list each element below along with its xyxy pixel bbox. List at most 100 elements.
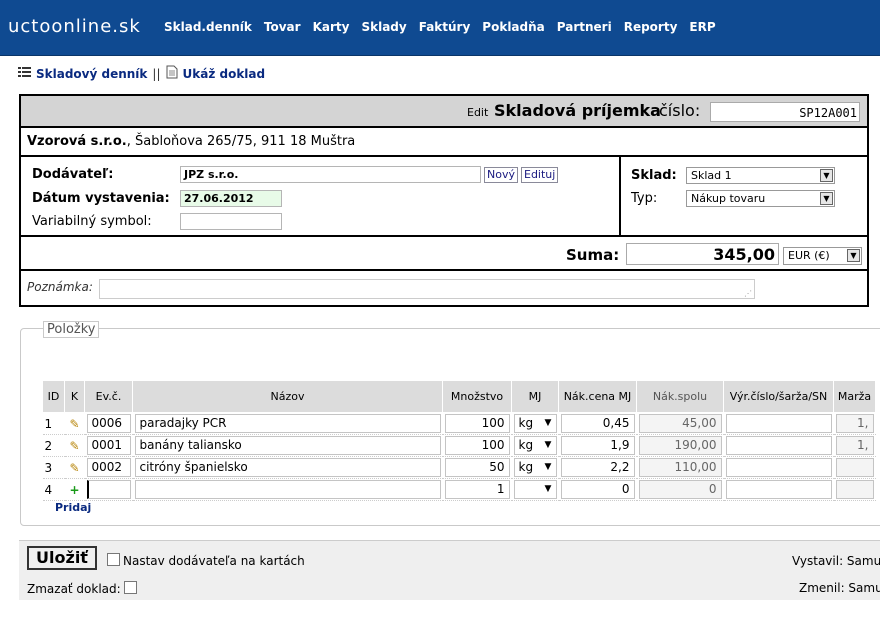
- mj-select[interactable]: ▼: [513, 480, 557, 499]
- row-id: 1: [42, 412, 65, 435]
- issued-by: Vystavil: Samu: [792, 554, 880, 568]
- row-id: 4: [42, 478, 65, 501]
- note-label: Poznámka:: [27, 280, 93, 294]
- col-qty: Množstvo: [442, 380, 512, 413]
- company-name: Vzorová s.r.o.: [27, 134, 127, 149]
- add-item-link[interactable]: Pridaj: [55, 501, 91, 514]
- ev-input[interactable]: 0001: [86, 436, 131, 455]
- changed-by: Zmenil: Samu: [799, 581, 880, 595]
- resize-grip-icon[interactable]: ⋰: [744, 289, 752, 298]
- row-id: 3: [42, 456, 65, 479]
- mj-select[interactable]: kg ▼: [513, 436, 557, 455]
- name-input[interactable]: banány taliansko: [134, 436, 441, 455]
- edit-label: Edit: [467, 106, 489, 119]
- serial-input[interactable]: [725, 436, 832, 455]
- warehouse-select[interactable]: Sklad 1 ▼: [686, 167, 835, 184]
- sum-value: 345,00: [626, 243, 779, 265]
- show-document-link[interactable]: Ukáž doklad: [183, 67, 266, 81]
- note-textarea[interactable]: ⋰: [99, 279, 755, 299]
- nav-pokladna[interactable]: Pokladňa: [482, 20, 544, 34]
- margin-field: [835, 458, 874, 477]
- breadcrumb: Skladový denník || Ukáž doklad: [18, 65, 265, 82]
- name-input[interactable]: paradajky PCR: [134, 414, 441, 433]
- mj-select[interactable]: kg ▼: [513, 458, 557, 477]
- brand-logo[interactable]: uctoonline.sk: [8, 16, 141, 37]
- margin-field: 1,: [835, 414, 874, 433]
- delete-checkbox[interactable]: [124, 581, 137, 594]
- price-input[interactable]: 2,2: [560, 458, 635, 477]
- name-input[interactable]: citróny španielsko: [134, 458, 441, 477]
- mj-value: kg: [518, 438, 534, 452]
- type-select[interactable]: Nákup tovaru ▼: [686, 190, 835, 207]
- note-row: Poznámka: ⋰: [21, 271, 867, 305]
- type-select-value: Nákup tovaru: [691, 192, 766, 205]
- col-margin: Marža: [833, 380, 876, 413]
- document-number-field[interactable]: SP12A001: [710, 102, 860, 122]
- nav-sklad-dennik[interactable]: Sklad.denník: [164, 20, 252, 34]
- nav-erp[interactable]: ERP: [689, 20, 715, 34]
- serial-input[interactable]: [725, 480, 832, 499]
- ev-input[interactable]: 0002: [86, 458, 131, 477]
- save-button[interactable]: Uložiť: [27, 546, 97, 570]
- add-icon[interactable]: +: [64, 478, 85, 501]
- serial-input[interactable]: [725, 458, 832, 477]
- set-supplier-checkbox[interactable]: [107, 553, 120, 566]
- mj-value: kg: [518, 460, 534, 474]
- breadcrumb-journal-link[interactable]: Skladový denník: [36, 67, 147, 81]
- ev-input[interactable]: 0006: [86, 414, 131, 433]
- col-price: Nák.cena MJ: [558, 380, 637, 413]
- qty-input[interactable]: 100: [444, 414, 510, 433]
- chevron-down-icon: ▼: [820, 192, 833, 205]
- table-row: 4 + 1 ▼ 0 0: [42, 478, 876, 501]
- main-menu: Sklad.denník Tovar Karty Sklady Faktúry …: [164, 20, 728, 34]
- margin-field: 1,: [835, 436, 874, 455]
- serial-input[interactable]: [725, 414, 832, 433]
- price-input[interactable]: 1,9: [560, 436, 635, 455]
- nav-sklady[interactable]: Sklady: [361, 20, 406, 34]
- name-input[interactable]: [134, 480, 441, 499]
- supplier-input[interactable]: JPZ s.r.o.: [180, 166, 481, 183]
- chevron-down-icon: ▼: [847, 249, 860, 262]
- document-form: Edit Skladová príjemka číslo: SP12A001 V…: [19, 94, 869, 307]
- company-address: , Šabloňova 265/75, 911 18 Muštra: [126, 134, 356, 149]
- qty-input[interactable]: 50: [444, 458, 510, 477]
- type-label: Typ:: [631, 191, 658, 206]
- nav-reporty[interactable]: Reporty: [624, 20, 678, 34]
- document-title: Skladová príjemka: [494, 101, 661, 120]
- price-input[interactable]: 0,45: [560, 414, 635, 433]
- items-legend: Položky: [43, 321, 100, 338]
- nav-tovar[interactable]: Tovar: [264, 20, 301, 34]
- qty-input[interactable]: 100: [444, 436, 510, 455]
- qty-input[interactable]: 1: [444, 480, 510, 499]
- col-id: ID: [42, 380, 65, 413]
- nav-partneri[interactable]: Partneri: [557, 20, 612, 34]
- new-supplier-button[interactable]: Nový: [484, 167, 518, 183]
- chevron-down-icon: ▼: [544, 484, 552, 494]
- issue-date-input[interactable]: 27.06.2012: [180, 190, 282, 207]
- variable-symbol-input[interactable]: [180, 213, 282, 230]
- total-field: 110,00: [638, 458, 722, 477]
- pencil-icon[interactable]: ✎: [64, 456, 85, 479]
- number-label: číslo:: [659, 101, 701, 120]
- mj-select[interactable]: kg ▼: [513, 414, 557, 433]
- edit-supplier-button[interactable]: Edituj: [521, 167, 559, 183]
- currency-select[interactable]: EUR (€) ▼: [783, 247, 862, 265]
- list-icon: [18, 66, 31, 81]
- pencil-icon[interactable]: ✎: [64, 434, 85, 457]
- col-mj: MJ: [511, 380, 559, 413]
- row-id: 2: [42, 434, 65, 457]
- table-row: 1 ✎ 0006 paradajky PCR 100 kg ▼ 0,45 45,0…: [42, 412, 876, 435]
- pencil-icon[interactable]: ✎: [64, 412, 85, 435]
- sum-label: Suma:: [566, 246, 620, 264]
- items-table: ID K Ev.č. Názov Množstvo MJ Nák.cena MJ…: [42, 380, 876, 501]
- col-ev: Ev.č.: [84, 380, 133, 413]
- items-fieldset: Položky ID K Ev.č. Názov Množstvo MJ Nák…: [20, 321, 880, 526]
- document-icon: [166, 65, 178, 82]
- price-input[interactable]: 0: [560, 480, 635, 499]
- warehouse-details: Sklad: Sklad 1 ▼ Typ: Nákup tovaru ▼: [621, 157, 867, 237]
- nav-faktury[interactable]: Faktúry: [419, 20, 471, 34]
- nav-karty[interactable]: Karty: [313, 20, 350, 34]
- ev-input[interactable]: [86, 480, 131, 499]
- currency-select-value: EUR (€): [788, 249, 830, 262]
- chevron-down-icon: ▼: [544, 440, 552, 450]
